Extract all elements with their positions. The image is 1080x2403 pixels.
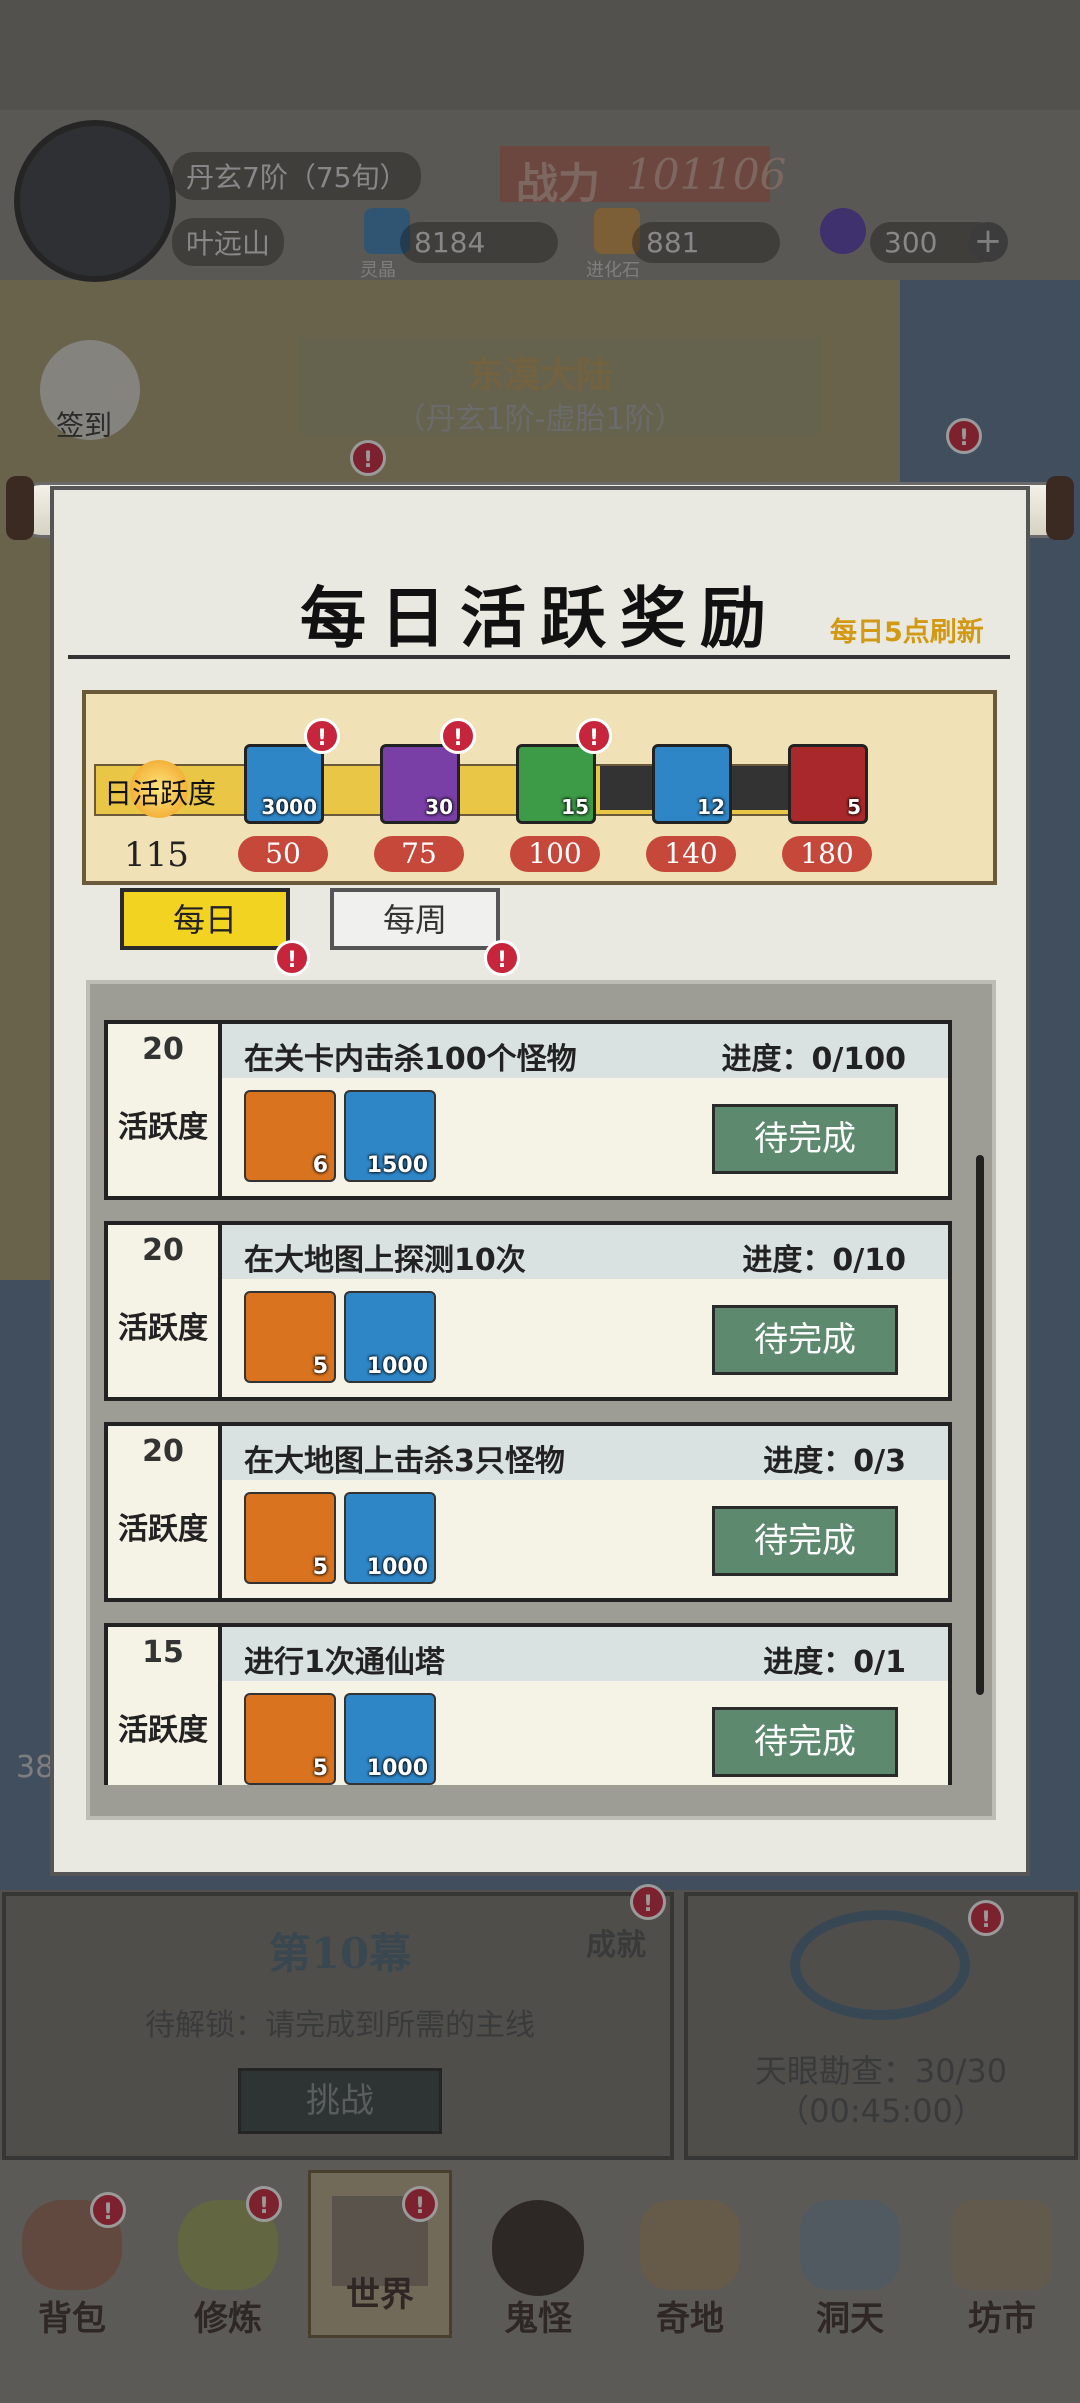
milestone-chest[interactable]: 30	[380, 744, 460, 824]
task-points-label: 活跃度	[118, 1713, 208, 1748]
task-progress: 进度：0/100	[721, 1042, 906, 1077]
task-card: 20 活跃度 在大地图上击杀3只怪物 进度：0/3 5 1000 待完成	[104, 1422, 952, 1602]
task-progress: 进度：0/3	[763, 1444, 906, 1479]
activity-value: 115	[124, 835, 189, 875]
scroll-rod-end	[6, 476, 34, 540]
task-status-button[interactable]: 待完成	[712, 1506, 898, 1576]
milestone-threshold: 50	[238, 836, 328, 872]
title-divider	[68, 655, 1010, 659]
milestone-threshold: 100	[510, 836, 600, 872]
task-points: 20	[142, 1032, 184, 1067]
task-card: 15 活跃度 进行1次通仙塔 进度：0/1 5 1000 待完成	[104, 1623, 952, 1785]
task-card: 20 活跃度 在大地图上探测10次 进度：0/10 5 1000 待完成	[104, 1221, 952, 1401]
milestone-alert-icon: !	[304, 718, 340, 754]
activity-label: 日活跃度	[104, 777, 217, 810]
tab-daily[interactable]: 每日	[120, 888, 290, 950]
evolution-stone-icon[interactable]: 5	[244, 1492, 336, 1584]
task-name: 在关卡内击杀100个怪物	[244, 1042, 577, 1077]
task-points-label: 活跃度	[118, 1512, 208, 1547]
task-name: 在大地图上击杀3只怪物	[244, 1444, 565, 1479]
tab-weekly[interactable]: 每周	[330, 888, 500, 950]
task-name: 进行1次通仙塔	[244, 1645, 445, 1680]
task-points: 20	[142, 1233, 184, 1268]
milestone-threshold: 180	[782, 836, 872, 872]
task-name: 在大地图上探测10次	[244, 1243, 526, 1278]
task-progress: 进度：0/1	[763, 1645, 906, 1680]
milestone-threshold: 140	[646, 836, 736, 872]
milestone-alert-icon: !	[440, 718, 476, 754]
milestone-alert-icon: !	[576, 718, 612, 754]
milestone-chest[interactable]: 5	[788, 744, 868, 824]
milestone-chest[interactable]: 15	[516, 744, 596, 824]
evolution-stone-icon[interactable]: 5	[244, 1693, 336, 1785]
milestone-chest[interactable]: 12	[652, 744, 732, 824]
tab-alert-icon: !	[484, 940, 520, 976]
task-list[interactable]: 20 活跃度 在关卡内击杀100个怪物 进度：0/100 6 1500 待完成 …	[100, 1010, 960, 1785]
task-points-label: 活跃度	[118, 1311, 208, 1346]
crystal-icon[interactable]: 1000	[344, 1693, 436, 1785]
evolution-stone-icon[interactable]: 6	[244, 1090, 336, 1182]
task-points-label: 活跃度	[118, 1110, 208, 1145]
task-points: 15	[142, 1635, 184, 1670]
crystal-icon[interactable]: 1000	[344, 1291, 436, 1383]
task-list-scrollbar[interactable]	[976, 1155, 984, 1695]
milestone-threshold: 75	[374, 836, 464, 872]
task-status-button[interactable]: 待完成	[712, 1707, 898, 1777]
task-card: 20 活跃度 在关卡内击杀100个怪物 进度：0/100 6 1500 待完成	[104, 1020, 952, 1200]
task-points: 20	[142, 1434, 184, 1469]
refresh-note: 每日5点刷新	[830, 617, 984, 648]
crystal-icon[interactable]: 1000	[344, 1492, 436, 1584]
crystal-icon[interactable]: 1500	[344, 1090, 436, 1182]
task-status-button[interactable]: 待完成	[712, 1305, 898, 1375]
evolution-stone-icon[interactable]: 5	[244, 1291, 336, 1383]
tab-alert-icon: !	[274, 940, 310, 976]
task-status-button[interactable]: 待完成	[712, 1104, 898, 1174]
milestone-chest[interactable]: 3000	[244, 744, 324, 824]
scroll-rod-end	[1046, 476, 1074, 540]
task-progress: 进度：0/10	[742, 1243, 906, 1278]
